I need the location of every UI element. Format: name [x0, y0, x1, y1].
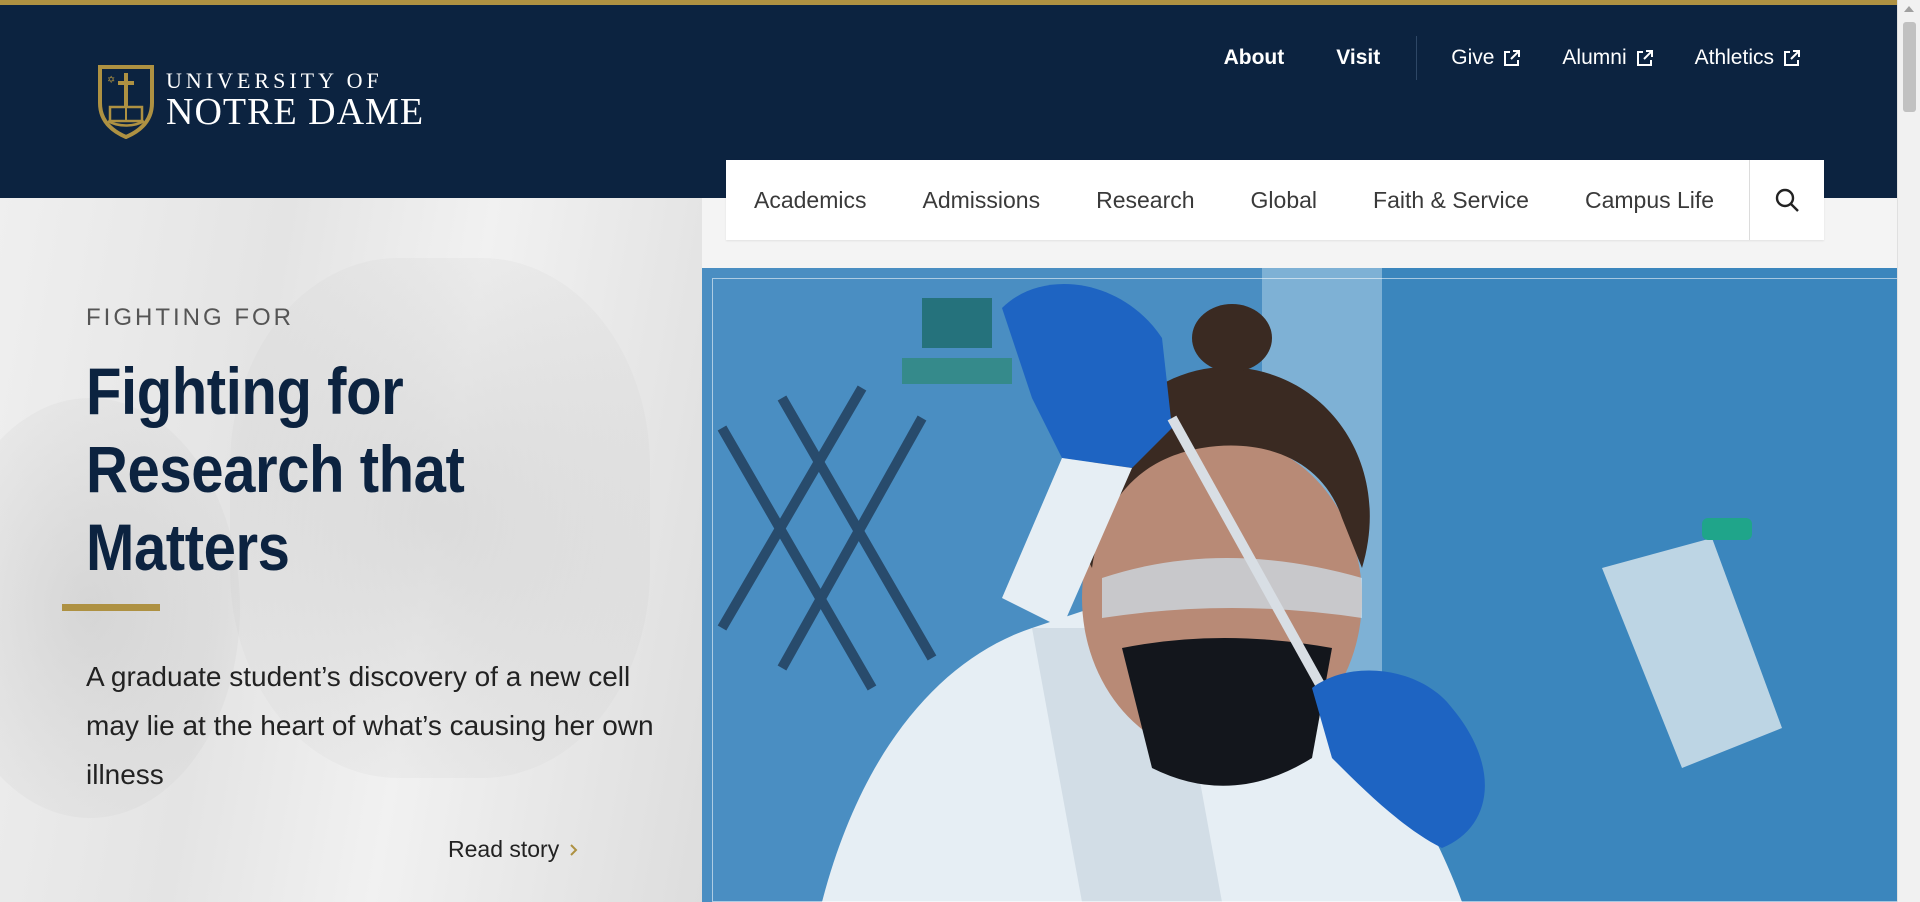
util-nav-give[interactable]: Give: [1451, 46, 1522, 70]
page-scrollbar[interactable]: [1897, 0, 1920, 902]
shield-crest-icon: ✡: [98, 65, 154, 139]
search-icon: [1775, 188, 1799, 212]
util-nav-divider: [1416, 36, 1418, 80]
hero-description: A graduate student’s discovery of a new …: [86, 661, 654, 790]
main-nav-faith-service[interactable]: Faith & Service: [1345, 187, 1557, 214]
external-link-icon: [1504, 50, 1521, 66]
svg-text:✡: ✡: [107, 75, 115, 86]
external-link-icon: [1636, 50, 1653, 66]
util-nav-alumni[interactable]: Alumni: [1562, 46, 1654, 70]
logo-wordmark: UNIVERSITY OF NOTRE DAME: [166, 68, 425, 133]
main-nav-campus-life[interactable]: Campus Life: [1557, 187, 1742, 214]
main-nav-global[interactable]: Global: [1223, 187, 1345, 214]
logo-line-notre-dame: NOTRE DAME: [166, 91, 425, 133]
main-nav: Academics Admissions Research Global Fai…: [726, 160, 1824, 240]
util-nav-about-label: About: [1223, 46, 1285, 69]
main-nav-admissions[interactable]: Admissions: [894, 187, 1068, 214]
util-nav-athletics[interactable]: Athletics: [1695, 46, 1802, 70]
read-story-label: Read story: [448, 836, 560, 862]
read-story-link[interactable]: Read story: [448, 836, 579, 863]
hero-headline-line: Matters: [86, 510, 290, 584]
scroll-up-icon[interactable]: [1904, 6, 1914, 12]
university-logo[interactable]: ✡ UNIVERSITY OF NOTRE DAME: [96, 63, 424, 139]
gold-divider: [62, 604, 160, 611]
logo-line-university-of: UNIVERSITY OF: [166, 68, 383, 93]
hero-headline-line: Fighting for: [86, 354, 404, 428]
hero-photo: [702, 268, 1898, 902]
util-nav-visit-label: Visit: [1336, 46, 1381, 69]
util-nav-athletics-label: Athletics: [1694, 46, 1774, 69]
hero-headline-line: Research that: [86, 432, 465, 506]
main-nav-academics[interactable]: Academics: [726, 187, 894, 214]
hero-eyebrow: FIGHTING FOR: [86, 304, 294, 331]
util-nav-about[interactable]: About: [1224, 46, 1285, 70]
util-nav-alumni-label: Alumni: [1562, 46, 1627, 69]
utility-nav: About Visit Give Alumni Athletics: [1224, 35, 1802, 81]
search-button[interactable]: [1749, 160, 1824, 240]
hero-headline: Fighting for Research that Matters: [86, 352, 491, 586]
scrollbar-thumb[interactable]: [1903, 22, 1916, 112]
external-link-icon: [1784, 50, 1800, 66]
photo-frame-border: [712, 278, 1898, 902]
util-nav-give-label: Give: [1451, 46, 1495, 69]
util-nav-visit[interactable]: Visit: [1336, 46, 1380, 70]
chevron-right-icon: [570, 843, 578, 856]
main-nav-research[interactable]: Research: [1068, 187, 1222, 214]
